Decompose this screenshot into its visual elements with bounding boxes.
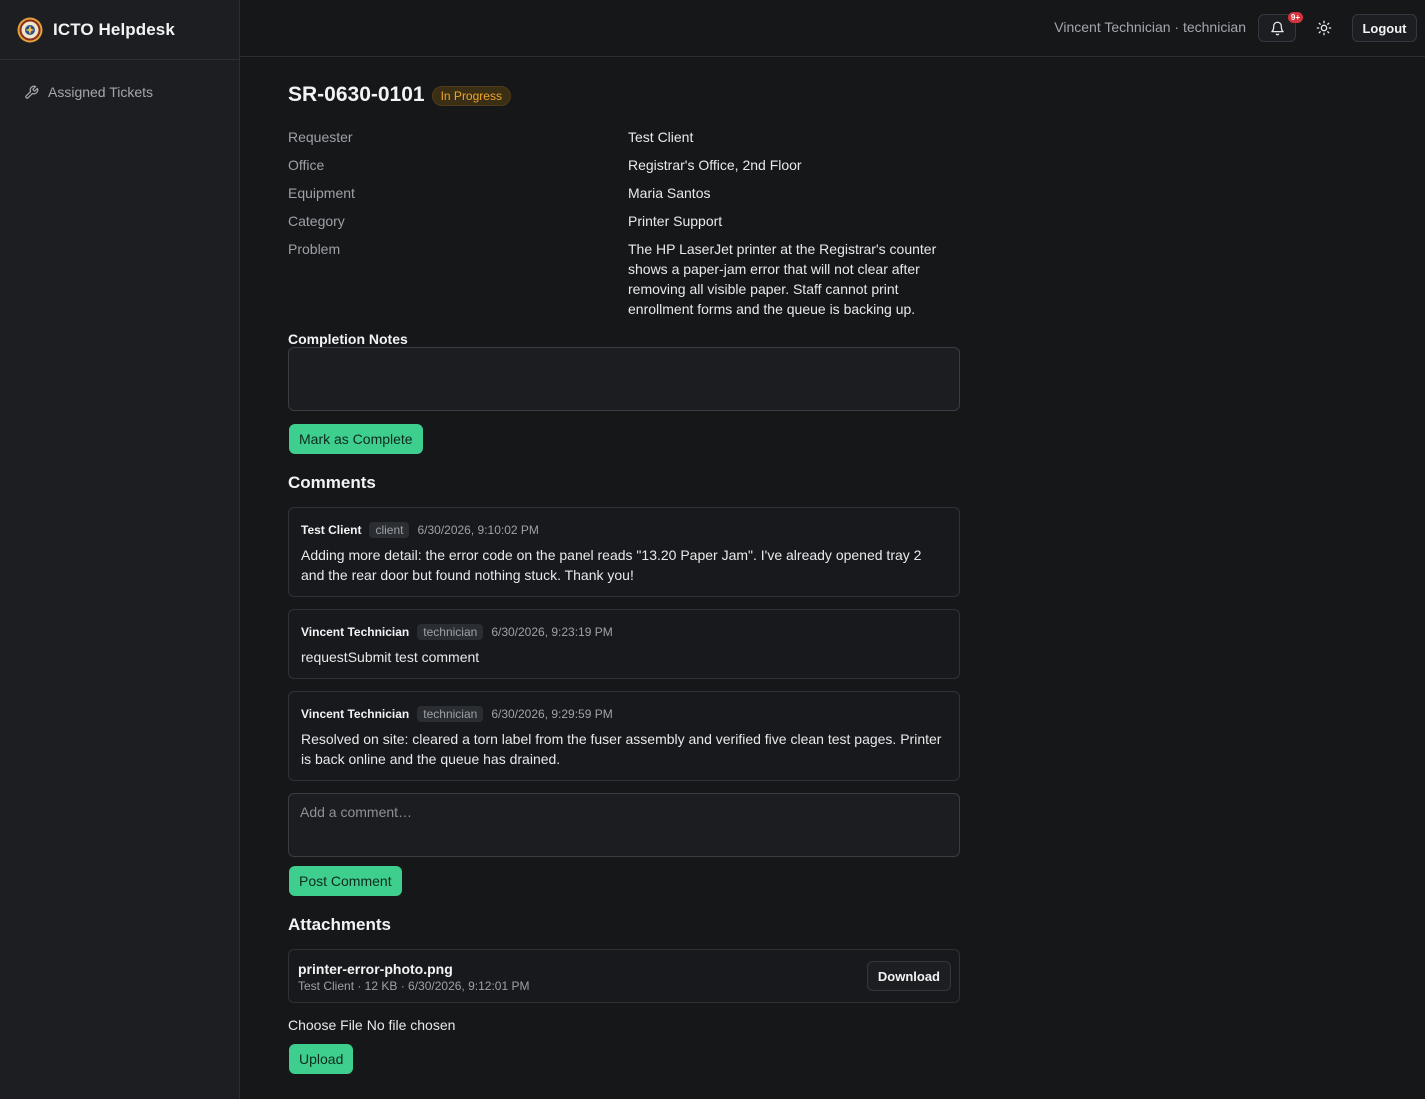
ticket-details: Requester Test Client Office Registrar's… [288,127,960,327]
detail-value: Printer Support [628,213,723,229]
attachment-item: printer-error-photo.png Test Client · 12… [288,949,960,1003]
sidebar: ICTO Helpdesk Assigned Tickets [0,0,240,1099]
choose-file-button[interactable]: Choose File [288,1017,363,1033]
detail-label: Office [288,157,325,173]
detail-label: Requester [288,129,353,145]
status-badge: In Progress [431,86,511,106]
comment-author: Test Client [301,523,362,537]
comment-body: requestSubmit test comment [301,649,480,665]
detail-row-category: Category Printer Support [288,211,960,231]
detail-row-office: Office Registrar's Office, 2nd Floor [288,155,960,175]
comment-timestamp: 6/30/2026, 9:29:59 PM [491,707,613,721]
detail-row-problem: Problem The HP LaserJet printer at the R… [288,239,960,319]
upload-button[interactable]: Upload [289,1044,354,1074]
comment-author: Vincent Technician [301,707,410,721]
comment-role-badge: technician [417,624,484,640]
notification-badge: 9+ [1287,12,1303,23]
file-status: No file chosen [366,1017,456,1033]
comment-role-badge: technician [417,706,484,722]
detail-value: Maria Santos [628,185,711,201]
ticket-title-row: SR-0630-0101 In Progress [288,83,511,107]
comment-body: Adding more detail: the error code on th… [301,547,922,583]
notifications-button[interactable]: 9+ [1258,12,1303,42]
comment-author: Vincent Technician [301,625,410,639]
detail-row-requester: Requester Test Client [288,127,960,147]
attachment-filename: printer-error-photo.png [298,961,453,977]
app-name: ICTO Helpdesk [53,19,175,39]
sun-icon [1316,20,1332,36]
detail-label: Category [288,213,345,229]
bell-icon [1270,21,1284,35]
sidebar-item-assigned-tickets[interactable]: Assigned Tickets [12,78,228,106]
comment-item: Test Client client 6/30/2026, 9:10:02 PM… [288,507,960,597]
seal-logo-icon [17,17,43,42]
download-button[interactable]: Download [866,961,951,991]
logout-button[interactable]: Logout [1352,14,1417,42]
file-picker: Choose File No file chosen [288,1017,455,1033]
comment-item: Vincent Technician technician 6/30/2026,… [288,609,960,679]
detail-value: Test Client [628,129,694,145]
comment-role-badge: client [369,522,410,538]
detail-value: Registrar's Office, 2nd Floor [628,157,802,173]
detail-row-equipment: Equipment Maria Santos [288,183,960,203]
comment-timestamp: 6/30/2026, 9:10:02 PM [417,523,539,537]
comment-body: Resolved on site: cleared a torn label f… [301,731,942,767]
post-comment-button[interactable]: Post Comment [289,866,402,896]
current-user-label: Vincent Technician · technician [1054,19,1246,35]
attachment-meta: Test Client · 12 KB · 6/30/2026, 9:12:01… [298,979,530,993]
ticket-id: SR-0630-0101 [288,83,425,106]
completion-notes-input[interactable] [288,347,960,411]
detail-label: Equipment [288,185,355,201]
comment-input[interactable]: Add a comment… [288,793,960,857]
comment-item: Vincent Technician technician 6/30/2026,… [288,691,960,781]
attachments-heading: Attachments [288,915,391,934]
brand[interactable]: ICTO Helpdesk [0,0,239,60]
theme-toggle-button[interactable] [1308,14,1340,42]
sidebar-item-label: Assigned Tickets [48,84,154,100]
wrench-icon [25,85,39,99]
mark-complete-button[interactable]: Mark as Complete [289,424,423,454]
top-bar: Vincent Technician · technician 9+ Logou… [240,0,1425,57]
comments-heading: Comments [288,473,376,492]
detail-value: The HP LaserJet printer at the Registrar… [628,241,937,317]
completion-notes-label: Completion Notes [288,331,408,347]
comment-timestamp: 6/30/2026, 9:23:19 PM [491,625,613,639]
detail-label: Problem [288,241,341,257]
